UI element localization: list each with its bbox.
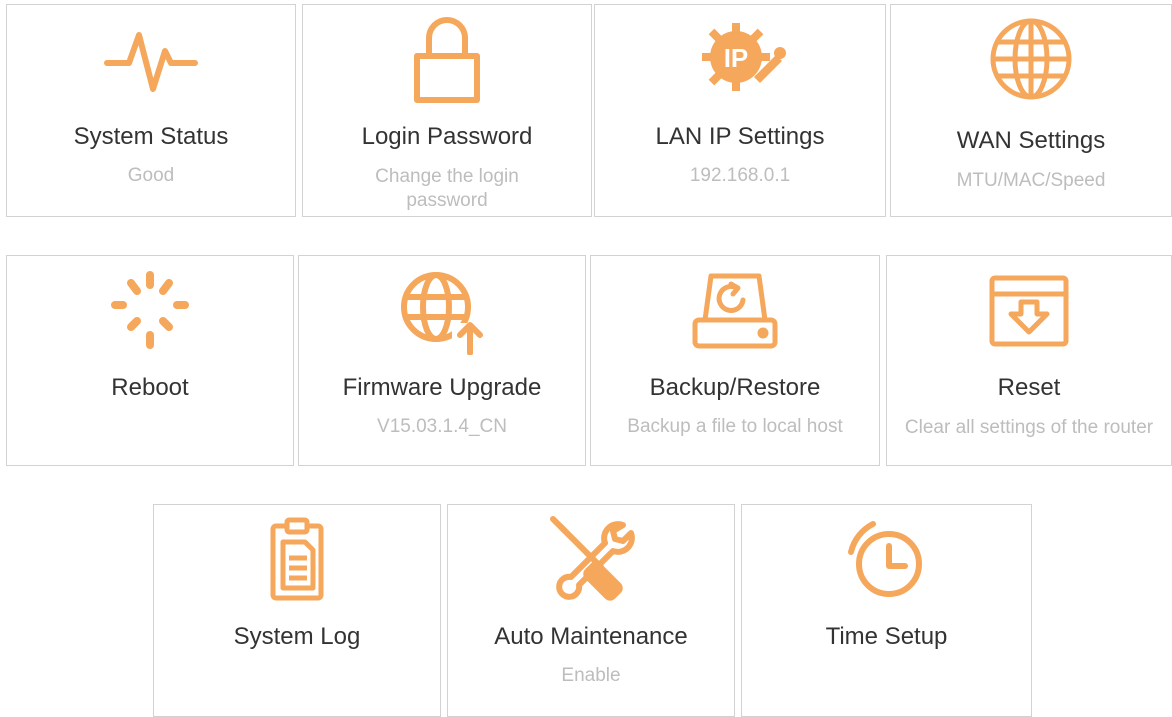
- tile-reboot[interactable]: Reboot: [6, 255, 294, 466]
- tile-system-log[interactable]: System Log: [153, 504, 441, 717]
- tile-wan-settings[interactable]: WAN Settings MTU/MAC/Speed: [890, 4, 1172, 217]
- tile-title: Reboot: [111, 374, 189, 401]
- globe-upload-icon: [299, 266, 585, 355]
- tile-lan-ip-settings[interactable]: IP LAN IP Settings 192.168.0.1: [594, 4, 886, 217]
- globe-icon: [891, 15, 1171, 103]
- tile-title: LAN IP Settings: [655, 123, 825, 150]
- tile-title: Time Setup: [825, 623, 948, 650]
- tile-auto-maintenance[interactable]: Auto Maintenance Enable: [447, 504, 735, 717]
- spinner-icon: [7, 266, 293, 354]
- tile-reset[interactable]: Reset Clear all settings of the router: [886, 255, 1172, 466]
- tile-subtitle: Good: [127, 165, 175, 186]
- svg-text:IP: IP: [724, 43, 749, 73]
- clipboard-icon: [154, 515, 440, 603]
- tile-subtitle: V15.03.1.4_CN: [377, 416, 507, 437]
- tile-firmware-upgrade[interactable]: Firmware Upgrade V15.03.1.4_CN: [298, 255, 586, 466]
- ip-gear-icon: IP: [595, 15, 885, 103]
- tile-subtitle: MTU/MAC/Speed: [956, 170, 1106, 191]
- tile-backup-restore[interactable]: Backup/Restore Backup a file to local ho…: [590, 255, 880, 466]
- tile-title: System Log: [233, 623, 361, 650]
- tile-title: Auto Maintenance: [494, 623, 688, 650]
- drive-refresh-icon: [591, 266, 879, 354]
- tile-subtitle: Backup a file to local host: [627, 416, 843, 437]
- tile-login-password[interactable]: Login Password Change the login password: [302, 4, 592, 217]
- tile-title: Backup/Restore: [649, 374, 821, 401]
- tile-title: WAN Settings: [956, 127, 1106, 154]
- tile-subtitle: 192.168.0.1: [689, 165, 791, 186]
- tools-icon: [448, 515, 734, 603]
- tile-subtitle: Enable: [561, 665, 621, 686]
- clock-icon: [742, 515, 1031, 603]
- tile-title: Login Password: [361, 123, 533, 150]
- tile-title: System Status: [73, 123, 229, 150]
- lock-icon: [303, 15, 591, 103]
- tile-subtitle: Clear all settings of the router: [904, 417, 1154, 438]
- tile-time-setup[interactable]: Time Setup: [741, 504, 1032, 717]
- tile-system-status[interactable]: System Status Good: [6, 4, 296, 217]
- pulse-icon: [7, 15, 295, 103]
- tile-title: Reset: [997, 374, 1061, 401]
- tile-title: Firmware Upgrade: [342, 374, 542, 401]
- box-arrow-down-icon: [887, 266, 1171, 354]
- tile-subtitle: Change the login password: [375, 166, 519, 211]
